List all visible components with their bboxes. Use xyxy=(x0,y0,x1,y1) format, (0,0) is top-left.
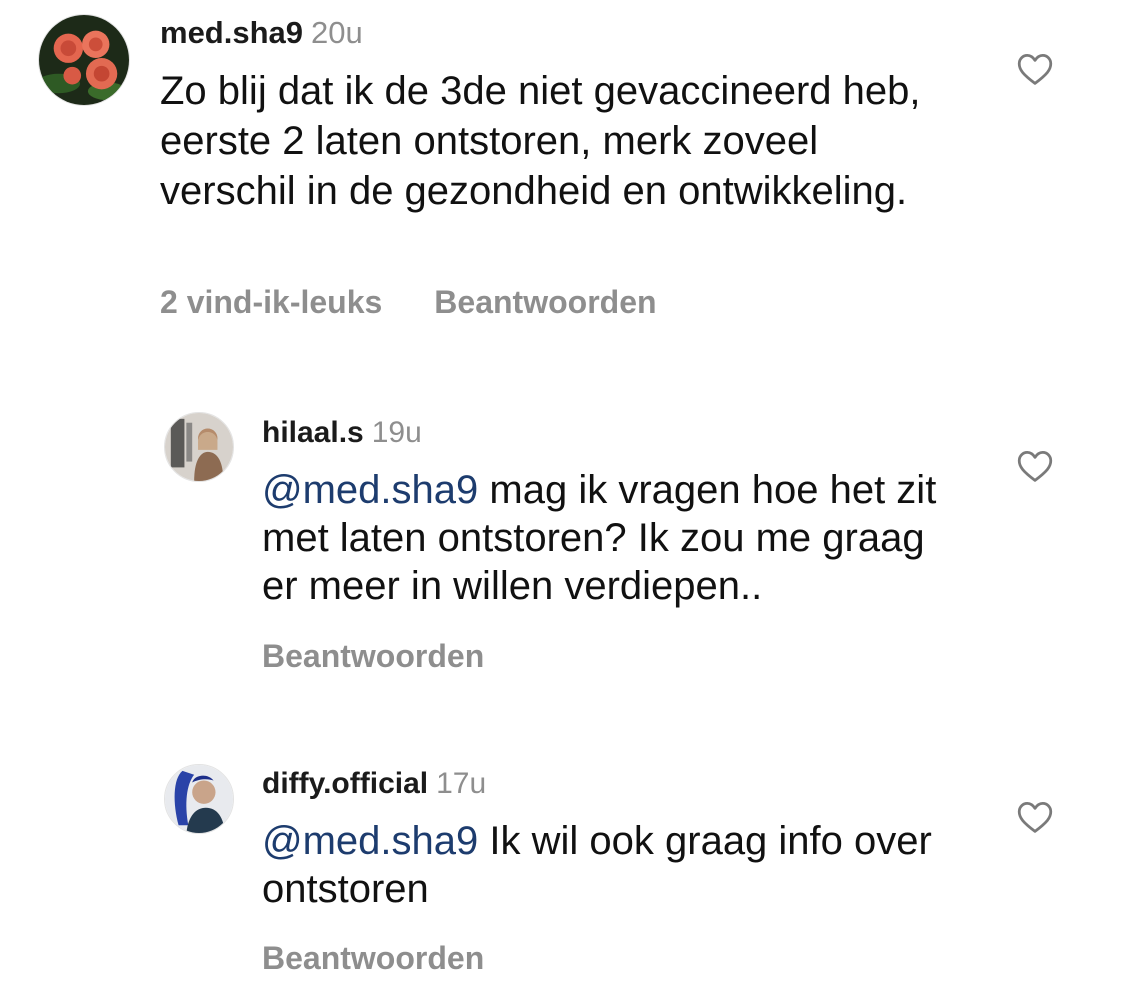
likes-count[interactable]: 2 vind-ik-leuks xyxy=(160,284,382,320)
username[interactable]: diffy.official xyxy=(262,767,428,800)
heart-outline-icon[interactable] xyxy=(1016,52,1054,86)
username[interactable]: hilaal.s xyxy=(262,416,364,449)
timestamp: 19u xyxy=(371,416,422,449)
reply-actions: Beantwoorden xyxy=(262,942,484,974)
mention-link[interactable]: @med.sha9 xyxy=(262,819,478,863)
reply-header: hilaal.s 19u xyxy=(262,418,422,448)
avatar-roses-image xyxy=(39,15,129,105)
comment-med-sha9: med.sha9 20u Zo blij dat ik de 3de niet g… xyxy=(0,0,1125,330)
comment-header: med.sha9 20u xyxy=(160,17,363,48)
reply-button[interactable]: Beantwoorden xyxy=(262,940,484,976)
reply-button[interactable]: Beantwoorden xyxy=(434,284,656,320)
reply-diffy-official: diffy.official 17u @med.sha9 Ik wil ook g… xyxy=(0,752,1125,982)
mention-link[interactable]: @med.sha9 xyxy=(262,468,478,512)
reply-text: @med.sha9 Ik wil ook graag info over ont… xyxy=(262,817,962,913)
avatar-person-image xyxy=(165,413,233,481)
reply-text: @med.sha9 mag ik vragen hoe het zit met … xyxy=(262,466,962,610)
avatar-person-image xyxy=(165,765,233,833)
reply-actions: Beantwoorden xyxy=(262,640,484,672)
heart-outline-icon[interactable] xyxy=(1016,800,1054,834)
reply-header: diffy.official 17u xyxy=(262,769,486,799)
comment-actions: 2 vind-ik-leuks Beantwoorden xyxy=(160,286,657,318)
username[interactable]: med.sha9 xyxy=(160,15,303,50)
timestamp: 17u xyxy=(436,767,487,800)
comment-text: Zo blij dat ik de 3de niet gevaccineerd … xyxy=(160,69,921,213)
heart-outline-icon[interactable] xyxy=(1016,449,1054,483)
reply-button[interactable]: Beantwoorden xyxy=(262,638,484,674)
timestamp: 20u xyxy=(311,15,363,50)
avatar-hilaal-s[interactable] xyxy=(164,412,234,482)
reply-hilaal-s: hilaal.s 19u @med.sha9 mag ik vragen hoe … xyxy=(0,400,1125,690)
avatar-med-sha9[interactable] xyxy=(38,14,130,106)
avatar-diffy-official[interactable] xyxy=(164,764,234,834)
